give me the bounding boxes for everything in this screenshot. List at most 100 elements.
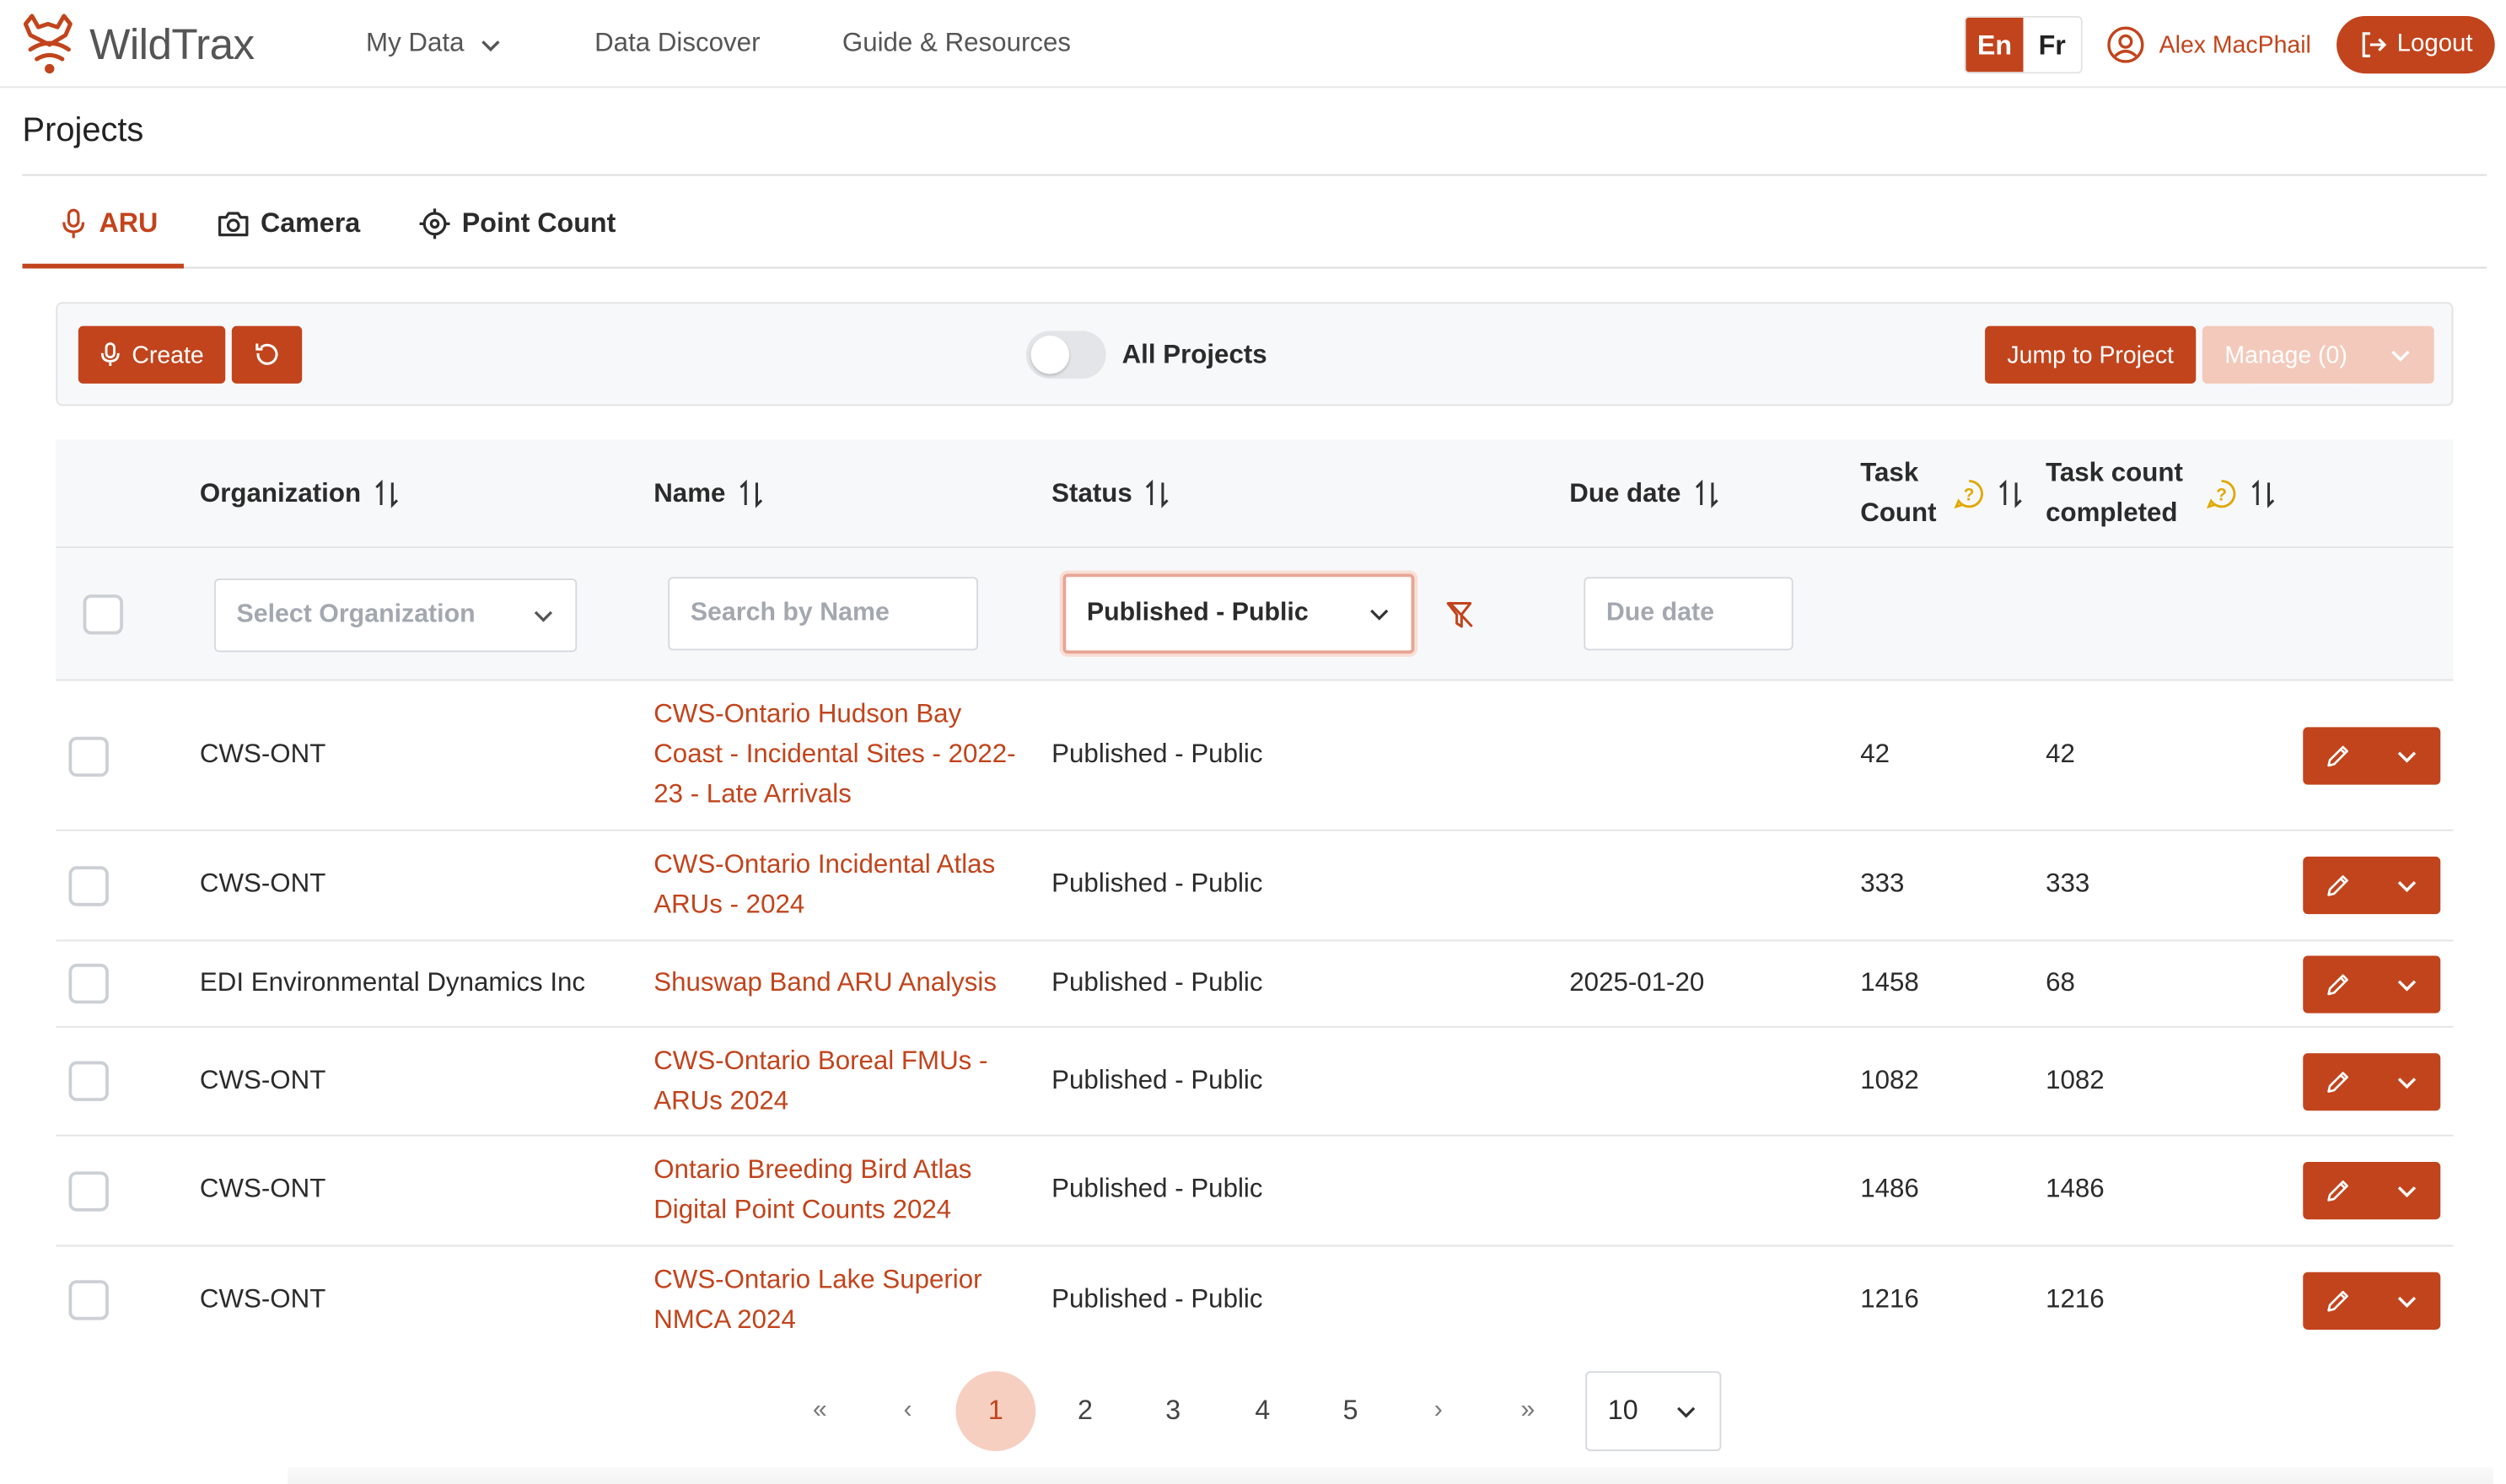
logout-icon (2362, 32, 2386, 57)
table-row[interactable]: CWS-ONT CWS-Ontario Hudson Bay Coast - I… (56, 680, 2454, 831)
microphone-icon (101, 342, 121, 367)
all-projects-toggle[interactable]: All Projects (1025, 331, 1267, 379)
table-row[interactable]: CWS-ONT CWS-Ontario Incidental Atlas ARU… (56, 831, 2454, 942)
table-row[interactable]: CWS-ONT CWS-Ontario Lake Superior NMCA 2… (56, 1246, 2453, 1355)
first-page-button[interactable]: « (780, 1371, 860, 1451)
page-button-4[interactable]: 4 (1223, 1371, 1303, 1451)
page-button-2[interactable]: 2 (1046, 1371, 1126, 1451)
wildtrax-logo[interactable]: WildTrax (16, 11, 255, 78)
refresh-button[interactable] (231, 325, 303, 384)
row-checkbox[interactable] (68, 963, 109, 1004)
row-organization: EDI Environmental Dynamics Inc (199, 968, 586, 997)
chevron-down-icon (534, 610, 553, 622)
row-organization: CWS-ONT (199, 869, 326, 899)
nav-data-discover[interactable]: Data Discover (594, 0, 760, 88)
help-bubble-icon[interactable]: ? (2205, 478, 2237, 510)
row-checkbox[interactable] (68, 1171, 109, 1212)
rows-per-page-select[interactable]: 10 (1585, 1371, 1722, 1452)
user-circle-icon (2107, 26, 2144, 63)
tab-camera[interactable]: Camera (218, 179, 360, 268)
nav-my-data[interactable]: My Data (366, 0, 503, 88)
edit-button[interactable] (2303, 1272, 2372, 1330)
last-page-button[interactable]: » (1488, 1371, 1568, 1451)
user-name: Alex MacPhail (2159, 30, 2311, 59)
table-row[interactable]: CWS-ONT Ontario Breeding Bird Atlas Digi… (56, 1137, 2454, 1247)
row-more-dropdown[interactable] (2372, 1272, 2441, 1330)
tab-point-count[interactable]: Point Count (419, 179, 616, 268)
next-page-button[interactable]: › (1398, 1371, 1478, 1451)
chevron-down-icon (2396, 1078, 2416, 1089)
select-all-checkbox[interactable] (83, 594, 123, 635)
edit-button[interactable] (2303, 1053, 2372, 1110)
svg-text:?: ? (2216, 485, 2227, 504)
row-checkbox[interactable] (68, 866, 109, 906)
tab-aru[interactable]: ARU (59, 179, 158, 268)
column-due-date[interactable]: Due date (1569, 439, 1719, 548)
column-label-line: Task (1860, 458, 1919, 488)
create-project-button[interactable]: Create (78, 325, 226, 384)
row-more-dropdown[interactable] (2372, 955, 2441, 1013)
column-name[interactable]: Name (653, 439, 764, 548)
clear-filter-icon[interactable] (1444, 600, 1476, 632)
edit-button[interactable] (2303, 1162, 2372, 1219)
lang-en-button[interactable]: En (1966, 17, 2024, 73)
edit-button[interactable] (2303, 857, 2372, 914)
toggle-knob (1030, 336, 1070, 374)
user-menu[interactable]: Alex MacPhail (2106, 16, 2311, 73)
row-more-dropdown[interactable] (2372, 727, 2441, 784)
row-project-link[interactable]: CWS-Ontario Incidental Atlas ARUs - 2024 (653, 846, 1021, 926)
row-actions (2303, 955, 2441, 1014)
chevron-down-icon (1677, 1406, 1696, 1418)
row-more-dropdown[interactable] (2372, 857, 2441, 914)
page-button-5[interactable]: 5 (1310, 1371, 1390, 1451)
nav-guide-resources[interactable]: Guide & Resources (842, 0, 1071, 88)
table-row[interactable]: CWS-ONT CWS-Ontario Boreal FMUs - ARUs 2… (56, 1028, 2454, 1137)
top-navbar: WildTrax My Data Data Discover Guide & R… (0, 0, 2506, 89)
page-button-1[interactable]: 1 (955, 1371, 1036, 1452)
row-actions (2303, 1272, 2441, 1330)
edit-button[interactable] (2303, 955, 2372, 1013)
column-task-count-completed[interactable]: Task count completed ? (2046, 439, 2276, 548)
toggle-switch[interactable] (1025, 331, 1106, 379)
row-status: Published - Public (1051, 1284, 1263, 1315)
prev-page-button[interactable]: ‹ (868, 1371, 948, 1451)
brand-name: WildTrax (89, 19, 255, 68)
table-row[interactable]: EDI Environmental Dynamics Inc Shuswap B… (56, 941, 2454, 1028)
row-checkbox[interactable] (68, 736, 109, 777)
logout-button[interactable]: Logout (2337, 15, 2495, 74)
row-project-link[interactable]: Ontario Breeding Bird Atlas Digital Poin… (653, 1151, 1005, 1231)
search-name-input[interactable]: Search by Name (668, 577, 978, 651)
row-project-link[interactable]: CWS-Ontario Boreal FMUs - ARUs 2024 (653, 1042, 1008, 1122)
page-button-3[interactable]: 3 (1133, 1371, 1213, 1451)
row-more-dropdown[interactable] (2372, 1053, 2441, 1110)
row-checkbox[interactable] (68, 1061, 109, 1101)
due-date-input[interactable]: Due date (1584, 577, 1793, 651)
row-project-link[interactable]: CWS-Ontario Hudson Bay Coast - Incidenta… (653, 695, 1030, 815)
edit-button[interactable] (2303, 727, 2372, 784)
lang-fr-button[interactable]: Fr (2023, 17, 2081, 73)
chevron-down-icon (2396, 1296, 2416, 1308)
column-task-count[interactable]: Task Count ? (1860, 439, 2023, 548)
svg-text:?: ? (1963, 485, 1974, 504)
column-organization[interactable]: Organization (200, 439, 400, 548)
row-task-count: 42 (1860, 739, 1890, 769)
organization-select[interactable]: Select Organization (213, 578, 578, 653)
project-toolbar: Create All Projects Jump to Project Mana… (56, 302, 2454, 406)
column-status[interactable]: Status (1051, 439, 1170, 548)
sort-icon (2251, 479, 2275, 508)
column-label-line: Task count (2046, 458, 2183, 488)
column-label: Name (653, 478, 726, 508)
row-actions (2303, 1053, 2441, 1111)
row-checkbox[interactable] (68, 1280, 109, 1320)
manage-label: Manage (0) (2224, 341, 2347, 368)
help-bubble-icon[interactable]: ? (1953, 478, 1985, 510)
sort-icon (1146, 479, 1170, 508)
manage-dropdown[interactable]: Manage (0) (2202, 325, 2434, 384)
row-more-dropdown[interactable] (2372, 1162, 2441, 1219)
status-select[interactable]: Published - Public (1062, 573, 1415, 654)
row-project-link[interactable]: Shuswap Band ARU Analysis (653, 964, 997, 1003)
jump-to-project-button[interactable]: Jump to Project (1985, 325, 2197, 384)
column-label: Organization (199, 478, 362, 508)
row-status: Published - Public (1051, 739, 1263, 769)
row-project-link[interactable]: CWS-Ontario Lake Superior NMCA 2024 (653, 1261, 1005, 1341)
